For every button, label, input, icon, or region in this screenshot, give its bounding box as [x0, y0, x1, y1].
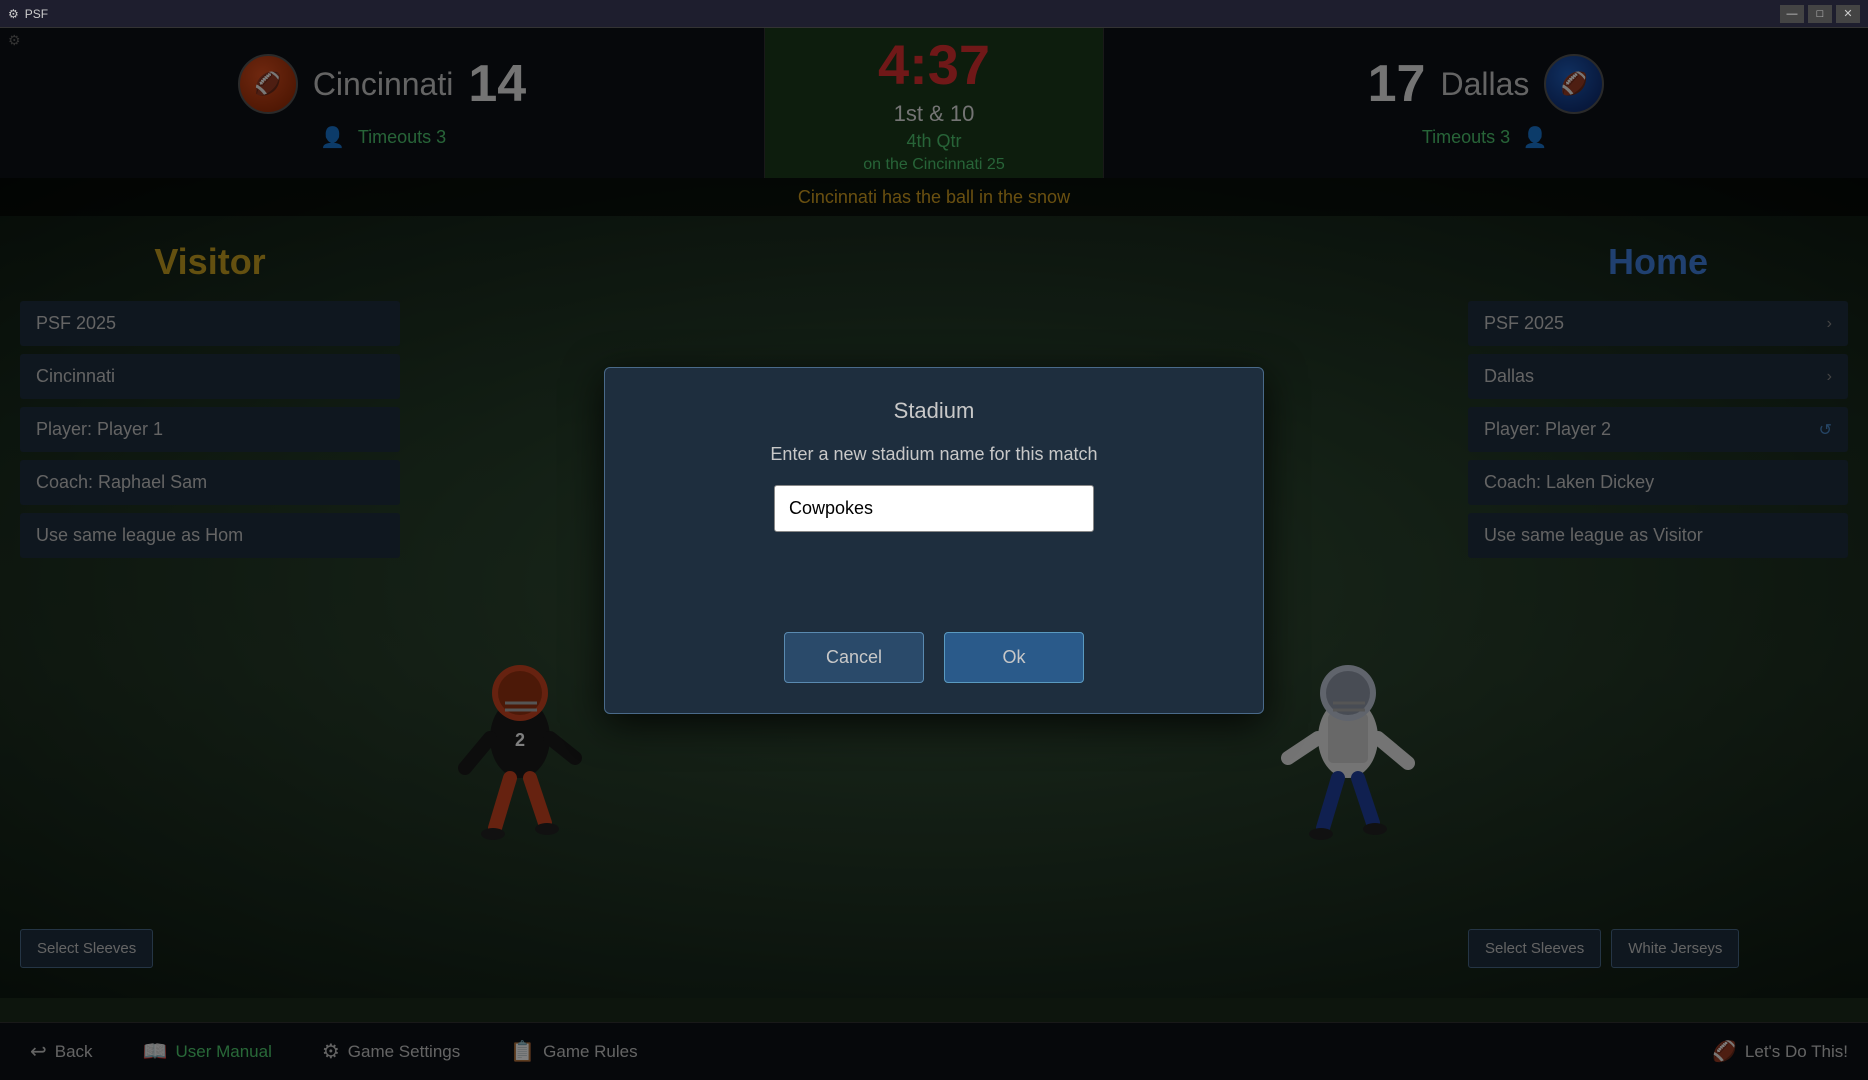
modal-overlay: Stadium Enter a new stadium name for thi… [0, 0, 1868, 1080]
app-icon: ⚙ [8, 7, 19, 21]
modal-input-container [635, 485, 1233, 532]
app-title: PSF [25, 7, 48, 21]
modal-ok-button[interactable]: Ok [944, 632, 1084, 683]
stadium-name-input[interactable] [774, 485, 1094, 532]
modal-title: Stadium [635, 398, 1233, 424]
modal-subtitle: Enter a new stadium name for this match [635, 444, 1233, 465]
stadium-modal: Stadium Enter a new stadium name for thi… [604, 367, 1264, 714]
titlebar-controls: — □ ✕ [1780, 5, 1860, 23]
modal-cancel-button[interactable]: Cancel [784, 632, 924, 683]
close-button[interactable]: ✕ [1836, 5, 1860, 23]
titlebar-left: ⚙ PSF [8, 7, 48, 21]
titlebar: ⚙ PSF — □ ✕ [0, 0, 1868, 28]
modal-buttons: Cancel Ok [635, 632, 1233, 683]
minimize-button[interactable]: — [1780, 5, 1804, 23]
maximize-button[interactable]: □ [1808, 5, 1832, 23]
